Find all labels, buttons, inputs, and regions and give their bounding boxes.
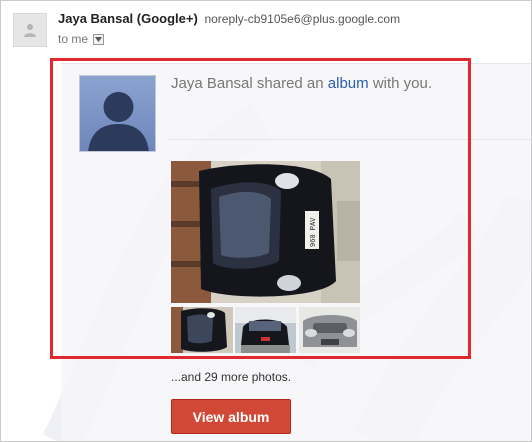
license-plate-text: 960 PAV xyxy=(310,217,318,247)
sharer-avatar[interactable] xyxy=(79,75,156,152)
album-thumbnail[interactable] xyxy=(171,307,233,353)
view-album-button[interactable]: View album xyxy=(171,399,291,434)
card-divider xyxy=(169,139,531,140)
person-icon xyxy=(24,24,36,37)
share-message: Jaya Bansal shared an album with you. xyxy=(171,75,432,92)
car-thumbnail-1 xyxy=(171,307,233,353)
recipient-line: to me xyxy=(58,32,105,46)
album-photo-main[interactable]: 960 PAV xyxy=(171,161,360,303)
sender-name[interactable]: Jaya Bansal (Google+) xyxy=(58,11,198,26)
car-thumbnail-2 xyxy=(235,307,296,353)
album-thumbnail[interactable] xyxy=(299,307,360,353)
recipient-details-button[interactable] xyxy=(93,33,105,45)
share-intro: Jaya Bansal shared an xyxy=(171,75,324,92)
sender-line: Jaya Bansal (Google+) noreply-cb9105e6@p… xyxy=(58,11,400,26)
default-profile-silhouette-icon xyxy=(88,92,149,151)
album-thumbnail[interactable] xyxy=(235,307,296,353)
sender-email: noreply-cb9105e6@plus.google.com xyxy=(204,12,401,26)
more-photos-count: ...and 29 more photos. xyxy=(171,370,292,384)
recipient-label: to me xyxy=(58,32,89,46)
car-photo: 960 PAV xyxy=(171,161,360,303)
album-link[interactable]: album xyxy=(328,75,369,92)
car-thumbnail-3 xyxy=(299,307,360,353)
share-suffix: with you. xyxy=(372,75,433,92)
chevron-down-icon xyxy=(95,36,103,42)
email-view: Jaya Bansal (Google+) noreply-cb9105e6@p… xyxy=(0,0,532,442)
sender-avatar xyxy=(13,13,47,47)
